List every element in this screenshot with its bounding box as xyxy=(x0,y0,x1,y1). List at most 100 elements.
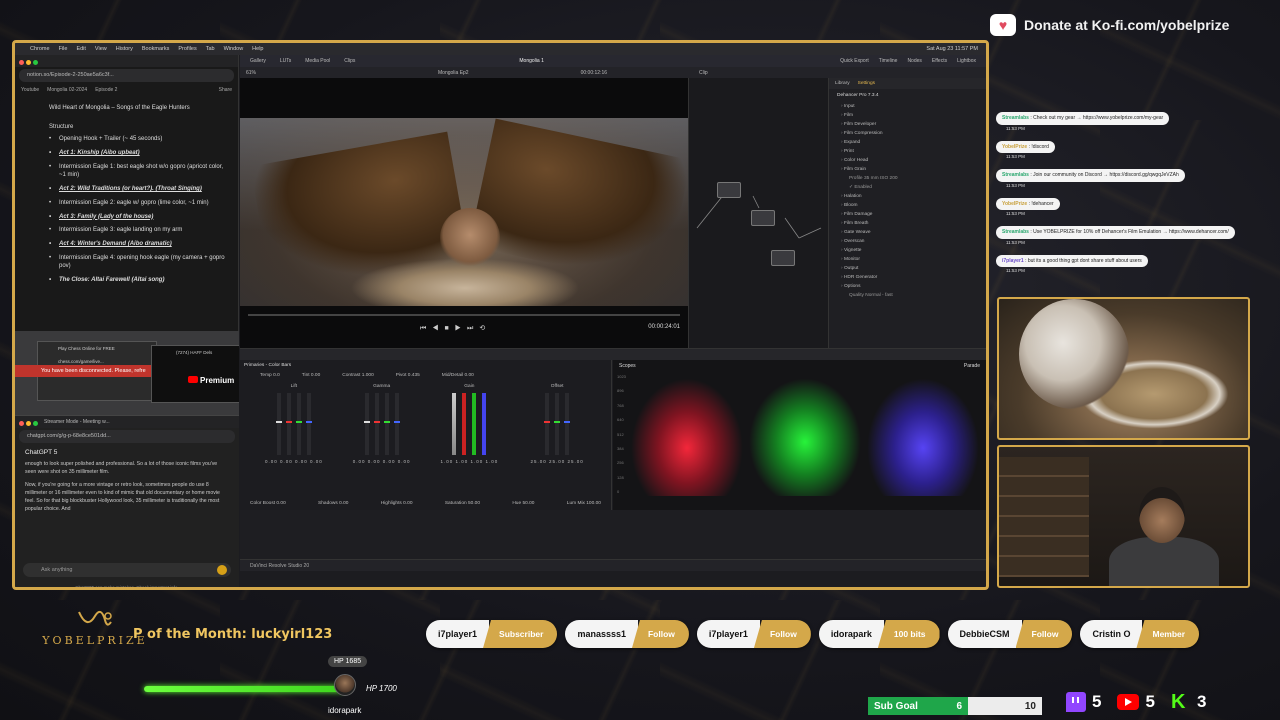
profile-select[interactable]: Profile 35 mm ISO 200 xyxy=(829,174,986,183)
hp-badge: HP 1685 xyxy=(328,656,368,667)
menu-bookmarks[interactable]: Bookmarks xyxy=(142,46,170,52)
menu-profiles[interactable]: Profiles xyxy=(178,46,196,52)
module-film-breath[interactable]: Film Breath xyxy=(829,219,986,228)
menu-tab[interactable]: Tab xyxy=(206,46,215,52)
pivot-field[interactable]: Pivot 0.435 xyxy=(396,373,420,378)
node-editor[interactable] xyxy=(688,78,828,348)
module-halation[interactable]: Halation xyxy=(829,192,986,201)
module-color-head[interactable]: Color Head xyxy=(829,156,986,165)
module-overscan[interactable]: Overscan xyxy=(829,237,986,246)
module-options[interactable]: Options xyxy=(829,282,986,291)
tab-luts[interactable]: LUTs xyxy=(280,58,291,64)
offset-bars[interactable]: Offset 25.00 25.00 25.00 xyxy=(522,384,592,464)
lum-mix[interactable]: Lum Mix 100.00 xyxy=(567,501,601,506)
chatgpt-tab[interactable]: Streamer Mode - Meeting w... xyxy=(44,419,110,425)
module-input[interactable]: Input xyxy=(829,102,986,111)
temp-value: 0.0 xyxy=(273,373,280,378)
chatgpt-address-bar[interactable]: chatgpt.com/g/g-p-68e8ce501dd... xyxy=(19,430,235,443)
menu-window[interactable]: Window xyxy=(224,46,244,52)
color-boost[interactable]: Color Boost 0.00 xyxy=(250,501,286,506)
tab-clips[interactable]: Clips xyxy=(344,58,355,64)
youtube-tab-label[interactable]: (7274) HAFF Dels xyxy=(152,346,239,359)
saturation[interactable]: Saturation 50.00 xyxy=(445,501,480,506)
tab-timeline[interactable]: Timeline xyxy=(879,58,898,64)
module-print[interactable]: Print xyxy=(829,147,986,156)
module-film-grain[interactable]: Film Grain xyxy=(829,165,986,174)
module-output[interactable]: Output xyxy=(829,264,986,273)
list-item[interactable]: Act 3: Family (Lady of the house) xyxy=(49,213,226,222)
list-item[interactable]: Act 1: Kinship (Aibo upbeat) xyxy=(49,149,226,158)
video-viewer[interactable]: ⏮◀■▶⏭⟲ 00:00:24:01 xyxy=(240,78,688,348)
gamma-bars[interactable]: Gamma 0.00 0.00 0.00 0.00 xyxy=(347,384,417,464)
timeline-name[interactable]: Mongolia Ep2 xyxy=(438,70,469,76)
menu-view[interactable]: View xyxy=(95,46,107,52)
list-item[interactable]: Act 4: Winter's Demand (Aibo dramatic) xyxy=(49,240,226,249)
highlights[interactable]: Highlights 0.00 xyxy=(381,501,413,506)
chatgpt-input[interactable]: Ask anything xyxy=(23,563,231,577)
middetail-label: Mid/Detail xyxy=(441,373,464,378)
quality-select[interactable]: Quality Normal - fast xyxy=(829,291,986,300)
scrubber[interactable] xyxy=(248,314,680,316)
tab-library[interactable]: Library xyxy=(835,81,850,86)
breadcrumb-mongolia[interactable]: Mongolia 02-2024 xyxy=(47,87,87,93)
tab-effects[interactable]: Effects xyxy=(932,58,947,64)
enabled-checkbox[interactable]: ✓ Enabled xyxy=(829,183,986,192)
chess-tab-label[interactable]: Play Chess Online for FREE xyxy=(38,342,156,355)
middetail-value: 0.00 xyxy=(464,373,474,378)
notion-address-bar[interactable]: notion.so/Episode-2-250ae5a6c3f... xyxy=(19,69,234,82)
shadows[interactable]: Shadows 0.00 xyxy=(318,501,348,506)
tint-label: Tint xyxy=(301,373,310,378)
youtube-window[interactable]: (7274) HAFF Dels Premium xyxy=(151,345,239,403)
module-bloom[interactable]: Bloom xyxy=(829,201,986,210)
module-monitor[interactable]: Monitor xyxy=(829,255,986,264)
hue[interactable]: Hue 50.00 xyxy=(512,501,534,506)
breadcrumb-episode[interactable]: Episode 2 xyxy=(95,87,117,93)
breadcrumb-youtube[interactable]: Youtube xyxy=(21,87,39,93)
scope-mode-dropdown[interactable]: Parade xyxy=(964,363,980,369)
node-02[interactable] xyxy=(751,210,775,226)
voice-icon[interactable] xyxy=(217,565,227,575)
menu-edit[interactable]: Edit xyxy=(76,46,85,52)
donate-banner[interactable]: ♥ Donate at Ko-fi.com/yobelprize xyxy=(990,12,1229,38)
tab-nodes[interactable]: Nodes xyxy=(907,58,921,64)
contrast-field[interactable]: Contrast 1.000 xyxy=(342,373,374,378)
node-01[interactable] xyxy=(717,182,741,198)
tab-settings[interactable]: Settings xyxy=(858,81,875,86)
model-selector[interactable]: ChatGPT 5 xyxy=(15,445,239,460)
share-button[interactable]: Share xyxy=(219,87,232,93)
module-film[interactable]: Film xyxy=(829,111,986,120)
menu-history[interactable]: History xyxy=(116,46,133,52)
module-film-developer[interactable]: Film Developer xyxy=(829,120,986,129)
clip-dropdown[interactable]: Clip xyxy=(699,70,708,76)
lift-bars[interactable]: Lift 0.00 0.00 0.00 0.00 xyxy=(259,384,329,464)
hp-username: idorapark xyxy=(328,706,362,715)
pivot-value: 0.435 xyxy=(407,373,420,378)
chat-time: 11:53 PM xyxy=(1006,182,1025,188)
module-hdr-generator[interactable]: HDR Generator xyxy=(829,273,986,282)
tab-media-pool[interactable]: Media Pool xyxy=(305,58,330,64)
list-item[interactable]: Act 2: Wild Traditions (or heart?). (Thr… xyxy=(49,185,226,194)
tab-gallery[interactable]: Gallery xyxy=(250,58,266,64)
module-expand[interactable]: Expand xyxy=(829,138,986,147)
menu-help[interactable]: Help xyxy=(252,46,263,52)
module-film-damage[interactable]: Film Damage xyxy=(829,210,986,219)
chat-message: YobelPrize : !dehancer 11:53 PM xyxy=(996,192,1258,216)
module-gate-weave[interactable]: Gate Weave xyxy=(829,228,986,237)
menu-file[interactable]: File xyxy=(59,46,68,52)
tab-quick-export[interactable]: Quick Export xyxy=(840,58,869,64)
color-tools-bar[interactable] xyxy=(240,348,986,360)
list-item: Intermission Eagle 1: best eagle shot w/… xyxy=(49,163,226,180)
window-controls[interactable] xyxy=(19,413,40,431)
middetail-field[interactable]: Mid/Detail 0.00 xyxy=(442,373,474,378)
window-controls[interactable] xyxy=(19,52,40,70)
zoom-level[interactable]: 61% xyxy=(246,70,256,76)
node-03[interactable] xyxy=(771,250,795,266)
tint-field[interactable]: Tint 0.00 xyxy=(302,373,321,378)
gain-bars[interactable]: Gain 1.00 1.00 1.00 1.00 xyxy=(434,384,504,464)
temp-field[interactable]: Temp 0.0 xyxy=(260,373,280,378)
playback-buttons-icon[interactable]: ⏮◀■▶⏭⟲ xyxy=(420,324,491,333)
module-film-compression[interactable]: Film Compression xyxy=(829,129,986,138)
resolve-page-bar: DaVinci Resolve Studio 20 xyxy=(240,559,986,571)
module-vignette[interactable]: Vignette xyxy=(829,246,986,255)
tab-lightbox[interactable]: Lightbox xyxy=(957,58,976,64)
